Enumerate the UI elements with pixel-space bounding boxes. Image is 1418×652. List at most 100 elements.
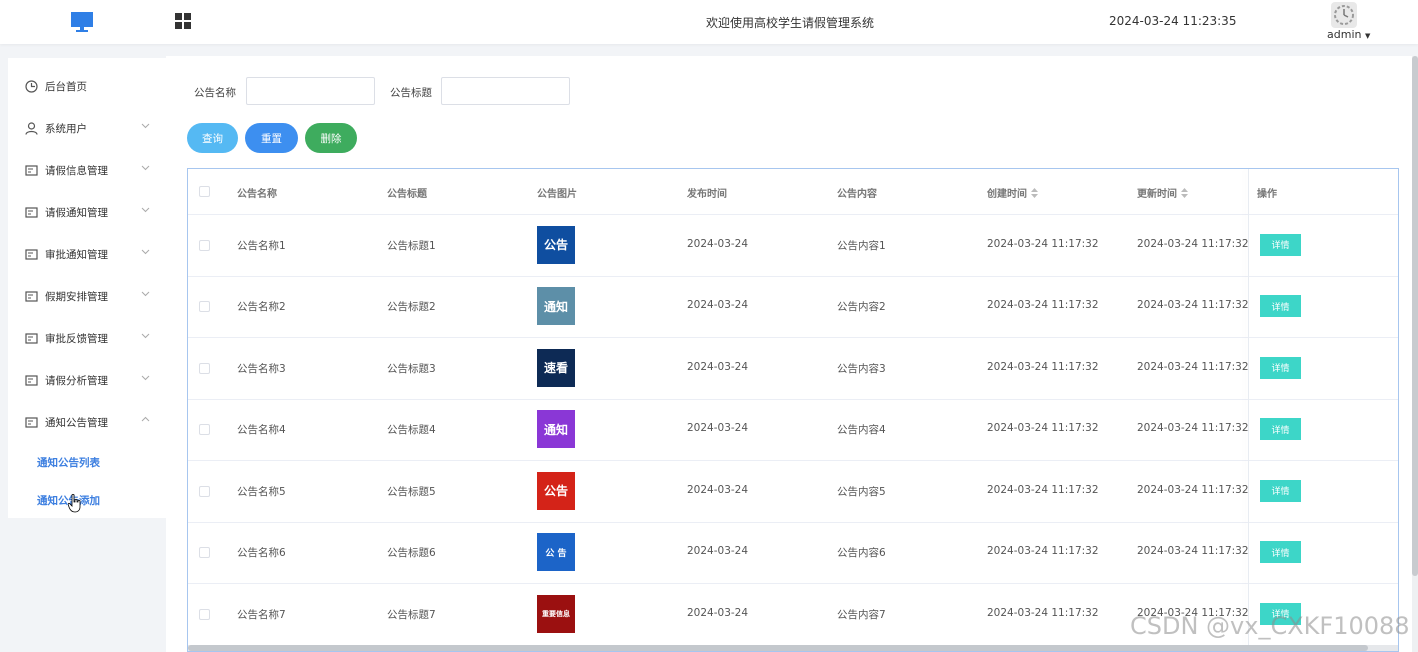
sort-icon bbox=[1181, 188, 1188, 198]
cell-publish-time: 2024-03-24 bbox=[687, 299, 749, 312]
sidebar-item-users[interactable]: 系统用户 bbox=[8, 107, 166, 149]
table-row: 公告名称4 公告标题4 2024-03-24 公告内容4 2024-03-24 11:1… bbox=[188, 399, 1398, 461]
sidebar-subitem-label: 通知公告列表 bbox=[37, 456, 100, 469]
chevron-down-icon bbox=[141, 333, 150, 339]
announcement-thumbnail[interactable]: 通知 bbox=[537, 410, 575, 449]
table-row: 公告名称3 公告标题3 2024-03-24 公告内容3 2024-03-24 11:1… bbox=[188, 337, 1398, 400]
cell-name: 公告名称1 bbox=[237, 239, 286, 252]
cell-created-time: 2024-03-24 11:17:32 bbox=[987, 360, 1099, 373]
avatar-clock-icon bbox=[1334, 5, 1354, 25]
delete-button[interactable]: 删除 bbox=[305, 123, 357, 153]
chevron-down-icon bbox=[141, 165, 150, 171]
grid-menu-icon[interactable] bbox=[175, 13, 192, 30]
query-button[interactable]: 查询 bbox=[187, 123, 238, 153]
header-updated-time[interactable]: 更新时间 bbox=[1137, 185, 1188, 200]
cell-title: 公告标题5 bbox=[387, 485, 436, 498]
thumbnail-text: 公告 bbox=[543, 238, 568, 253]
title-filter-input[interactable] bbox=[441, 77, 570, 105]
cell-content: 公告内容3 bbox=[837, 362, 886, 375]
top-header: 欢迎使用高校学生请假管理系统 2024-03-24 11:23:35 admin… bbox=[0, 0, 1418, 44]
detail-button[interactable]: 详情 bbox=[1260, 233, 1301, 256]
detail-button[interactable]: 详情 bbox=[1260, 418, 1301, 441]
card-icon bbox=[25, 206, 38, 218]
sidebar-item-leave-analysis[interactable]: 请假分析管理 bbox=[8, 359, 166, 401]
monitor-icon bbox=[71, 12, 93, 32]
row-checkbox[interactable] bbox=[199, 547, 210, 559]
cell-content: 公告内容2 bbox=[837, 301, 886, 314]
vertical-scrollbar[interactable] bbox=[1412, 56, 1418, 652]
system-title: 欢迎使用高校学生请假管理系统 bbox=[705, 16, 874, 30]
sort-icon bbox=[1031, 188, 1038, 198]
sidebar-item-approval-notice[interactable]: 审批通知管理 bbox=[8, 233, 166, 275]
cell-updated-time: 2024-03-24 11:17:32 bbox=[1137, 360, 1249, 373]
sidebar-item-announcement[interactable]: 通知公告管理 bbox=[8, 401, 166, 443]
cell-created-time: 2024-03-24 11:17:32 bbox=[987, 299, 1099, 312]
announcement-thumbnail[interactable]: 公告 bbox=[537, 471, 575, 510]
reset-button[interactable]: 重置 bbox=[245, 123, 298, 153]
card-icon bbox=[25, 374, 38, 386]
row-checkbox[interactable] bbox=[199, 608, 210, 620]
sidebar-item-approval-feedback[interactable]: 审批反馈管理 bbox=[8, 317, 166, 359]
horizontal-scrollbar[interactable] bbox=[188, 645, 1398, 651]
sidebar-item-holiday[interactable]: 假期安排管理 bbox=[8, 275, 166, 317]
cell-content: 公告内容1 bbox=[837, 239, 886, 252]
cell-title: 公告标题3 bbox=[387, 362, 436, 375]
user-dropdown[interactable]: admin ▼ bbox=[1327, 28, 1370, 41]
cell-publish-time: 2024-03-24 bbox=[687, 606, 749, 619]
header-title: 公告标题 bbox=[387, 189, 427, 200]
avatar[interactable] bbox=[1331, 2, 1357, 28]
horizontal-scroll-thumb[interactable] bbox=[188, 645, 1368, 651]
chevron-down-icon bbox=[141, 207, 150, 213]
name-filter-input[interactable] bbox=[246, 77, 375, 105]
cell-created-time: 2024-03-24 11:17:32 bbox=[987, 237, 1099, 250]
row-checkbox[interactable] bbox=[199, 239, 210, 251]
clock-icon bbox=[25, 79, 38, 93]
chevron-down-icon bbox=[141, 291, 150, 297]
announcement-thumbnail[interactable]: 公告 bbox=[537, 225, 575, 264]
header-updated-label: 更新时间 bbox=[1137, 189, 1177, 200]
sidebar-item-leave-info[interactable]: 请假信息管理 bbox=[8, 149, 166, 191]
chevron-down-icon bbox=[141, 375, 150, 381]
announcement-thumbnail[interactable]: 重要信息 bbox=[537, 594, 575, 633]
cell-updated-time: 2024-03-24 11:17:32 bbox=[1137, 545, 1249, 558]
row-checkbox[interactable] bbox=[199, 485, 210, 497]
cell-publish-time: 2024-03-24 bbox=[687, 360, 749, 373]
chevron-up-icon bbox=[141, 416, 150, 422]
row-checkbox[interactable] bbox=[199, 301, 210, 313]
sidebar-item-home[interactable]: 后台首页 bbox=[8, 65, 166, 107]
vertical-scroll-thumb[interactable] bbox=[1412, 56, 1418, 576]
detail-button[interactable]: 详情 bbox=[1260, 479, 1301, 502]
watermark: CSDN @vx_CXKF10088 bbox=[1130, 612, 1410, 640]
card-icon bbox=[25, 332, 38, 344]
header-created-time[interactable]: 创建时间 bbox=[987, 185, 1038, 200]
cell-created-time: 2024-03-24 11:17:32 bbox=[987, 606, 1099, 619]
hand-cursor-icon bbox=[68, 494, 81, 513]
user-icon bbox=[25, 121, 38, 135]
detail-button[interactable]: 详情 bbox=[1260, 356, 1301, 379]
row-checkbox[interactable] bbox=[199, 424, 210, 436]
row-checkbox[interactable] bbox=[199, 362, 210, 374]
announcement-thumbnail[interactable]: 公 告 bbox=[537, 533, 575, 572]
announcement-thumbnail[interactable]: 速看 bbox=[537, 348, 575, 387]
sidebar-item-label: 审批通知管理 bbox=[45, 248, 108, 261]
detail-button[interactable]: 详情 bbox=[1260, 295, 1301, 318]
cell-title: 公告标题2 bbox=[387, 301, 436, 314]
announcement-thumbnail[interactable]: 通知 bbox=[537, 287, 575, 326]
cell-name: 公告名称4 bbox=[237, 424, 286, 437]
select-all-checkbox[interactable] bbox=[199, 186, 210, 197]
cell-title: 公告标题1 bbox=[387, 239, 436, 252]
sidebar-subitem-announcement-list[interactable]: 通知公告列表 bbox=[8, 443, 166, 481]
cell-updated-time: 2024-03-24 11:17:32 bbox=[1137, 237, 1249, 250]
cell-name: 公告名称3 bbox=[237, 362, 286, 375]
current-datetime: 2024-03-24 11:23:35 bbox=[1109, 14, 1237, 28]
fixed-column-divider bbox=[1248, 169, 1249, 651]
header-publish-time: 发布时间 bbox=[687, 189, 727, 200]
sidebar-item-leave-notice[interactable]: 请假通知管理 bbox=[8, 191, 166, 233]
cell-created-time: 2024-03-24 11:17:32 bbox=[987, 483, 1099, 496]
thumbnail-text: 通知 bbox=[543, 422, 568, 437]
cell-name: 公告名称7 bbox=[237, 608, 286, 621]
sidebar-subitem-announcement-add[interactable]: 通知公告添加 bbox=[8, 481, 166, 519]
thumbnail-text: 公 告 bbox=[545, 548, 567, 559]
card-icon bbox=[25, 290, 38, 302]
detail-button[interactable]: 详情 bbox=[1260, 541, 1301, 564]
